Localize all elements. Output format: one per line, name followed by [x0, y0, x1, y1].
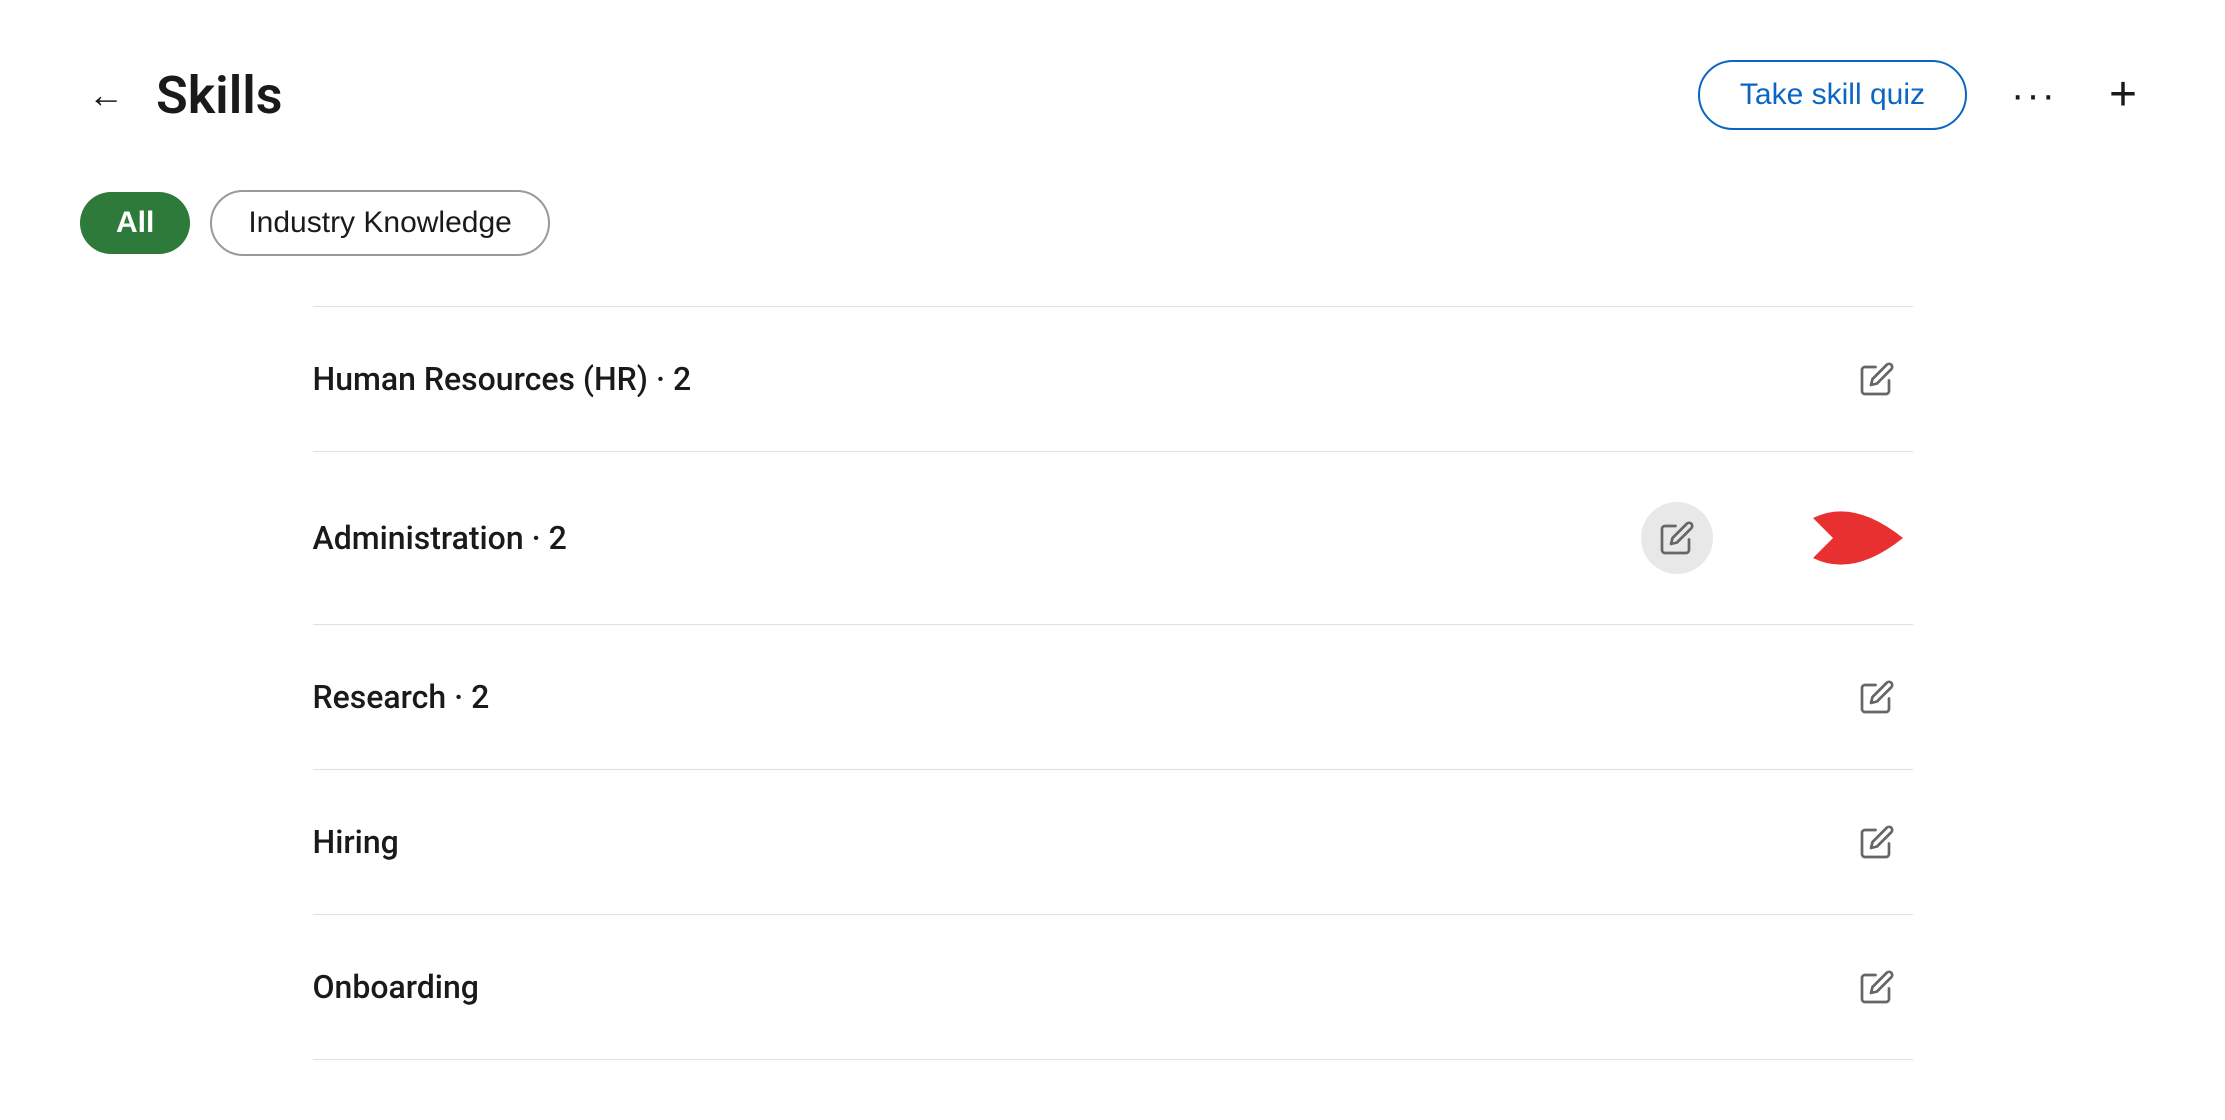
- edit-skill-button[interactable]: [1841, 343, 1913, 415]
- header-right: Take skill quiz ··· +: [1698, 60, 2145, 130]
- page-title: Skills: [156, 65, 282, 126]
- skill-name: Onboarding: [313, 968, 479, 1006]
- header-left: ← Skills: [80, 65, 282, 126]
- filter-tabs: All Industry Knowledge: [80, 190, 2145, 256]
- pencil-icon: [1859, 679, 1895, 715]
- tab-industry-knowledge[interactable]: Industry Knowledge: [210, 190, 550, 256]
- skill-item: Onboarding: [313, 915, 1913, 1060]
- pencil-icon: [1659, 520, 1695, 556]
- skill-name: Hiring: [313, 823, 399, 861]
- skill-name: Research · 2: [313, 678, 490, 716]
- skill-item: Research · 2: [313, 625, 1913, 770]
- skill-item: Administration · 2: [313, 452, 1913, 625]
- edit-skill-button[interactable]: [1641, 502, 1713, 574]
- edit-skill-button[interactable]: [1841, 951, 1913, 1023]
- pencil-icon: [1859, 969, 1895, 1005]
- skill-item: Human Resources (HR) · 2: [313, 306, 1913, 452]
- page-header: ← Skills Take skill quiz ··· +: [80, 60, 2145, 130]
- back-button[interactable]: ←: [80, 66, 132, 124]
- skill-name: Administration · 2: [313, 519, 567, 557]
- more-options-button[interactable]: ···: [1999, 65, 2069, 126]
- edit-skill-button[interactable]: [1841, 661, 1913, 733]
- arrow-annotation: [1733, 488, 1913, 588]
- add-button[interactable]: +: [2101, 63, 2145, 127]
- tab-all[interactable]: All: [80, 192, 190, 254]
- edit-skill-button[interactable]: [1841, 806, 1913, 878]
- take-skill-quiz-button[interactable]: Take skill quiz: [1698, 60, 1967, 130]
- pencil-icon: [1859, 824, 1895, 860]
- pencil-icon: [1859, 361, 1895, 397]
- skill-item: Hiring: [313, 770, 1913, 915]
- skills-list: Human Resources (HR) · 2 Administration ·…: [313, 306, 1913, 1060]
- skill-name: Human Resources (HR) · 2: [313, 360, 692, 398]
